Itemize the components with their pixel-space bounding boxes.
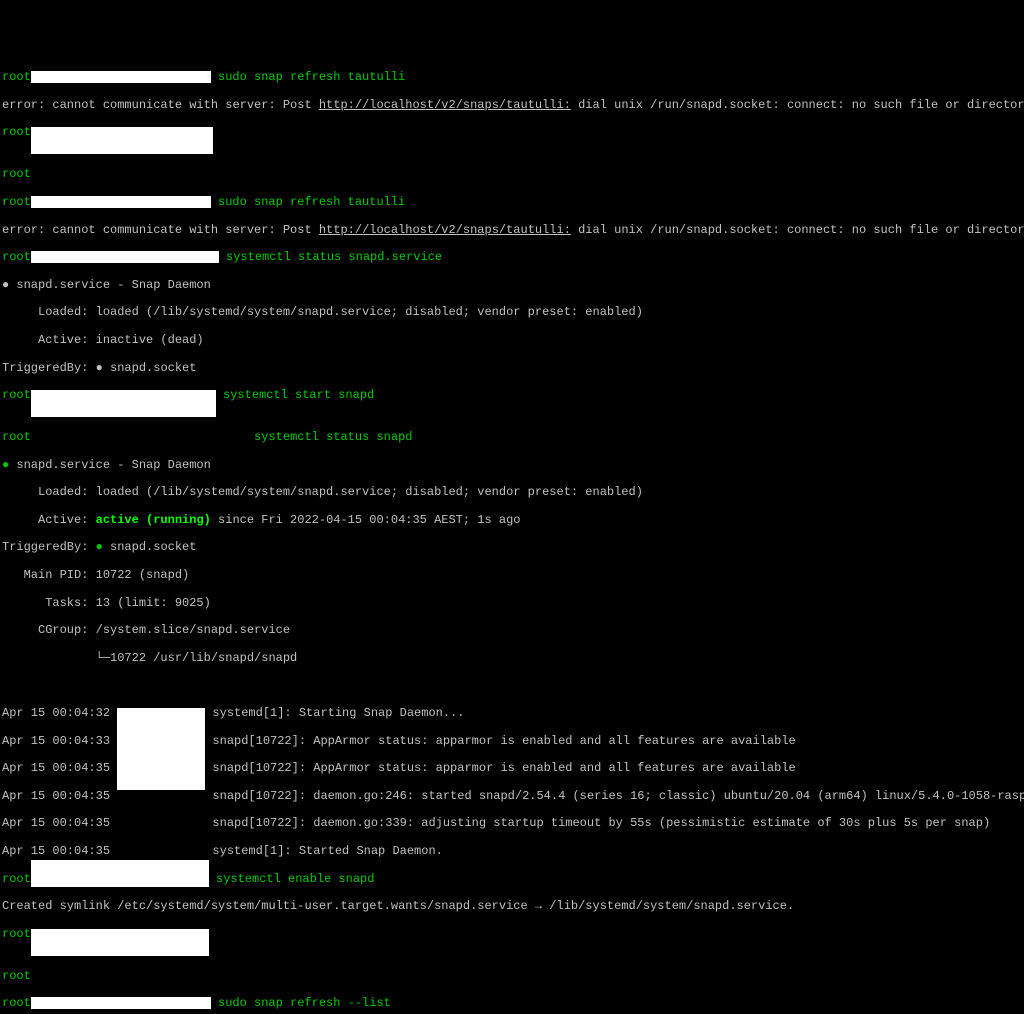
command-text: sudo snap refresh --list bbox=[211, 996, 391, 1010]
error-text: dial unix /run/snapd.socket: connect: no… bbox=[571, 223, 1024, 237]
prompt: root bbox=[2, 872, 31, 886]
prompt: root bbox=[2, 70, 31, 84]
cgroup-pid-line: └─10722 /usr/lib/snapd/snapd bbox=[2, 651, 297, 665]
triggeredby-value: snapd.socket bbox=[103, 540, 197, 554]
log-message: snapd[10722]: AppArmor status: apparmor … bbox=[205, 761, 796, 775]
log-message: snapd[10722]: AppArmor status: apparmor … bbox=[205, 734, 796, 748]
service-name: snapd.service - Snap Daemon bbox=[9, 458, 211, 472]
active-running: active (running) bbox=[96, 513, 211, 527]
active-since: since Fri 2022-04-15 00:04:35 AEST; 1s a… bbox=[211, 513, 521, 527]
prompt: root bbox=[2, 388, 31, 402]
log-timestamp: Apr 15 00:04:35 bbox=[2, 789, 117, 803]
log-message: snapd[10722]: daemon.go:339: adjusting s… bbox=[205, 816, 990, 830]
error-url: http://localhost/v2/snaps/tautulli: bbox=[319, 223, 571, 237]
error-text: dial unix /run/snapd.socket: connect: no… bbox=[571, 98, 1024, 112]
redacted-hostname bbox=[31, 196, 211, 208]
mainpid-line: Main PID: 10722 (snapd) bbox=[2, 568, 189, 582]
log-timestamp: Apr 15 00:04:33 bbox=[2, 734, 117, 748]
error-text: error: cannot communicate with server: P… bbox=[2, 223, 319, 237]
prompt: root bbox=[2, 996, 31, 1010]
triggeredby-label: TriggeredBy: bbox=[2, 540, 96, 554]
redacted-hostname bbox=[117, 708, 205, 790]
triggeredby-label: TriggeredBy: bbox=[2, 361, 96, 375]
log-timestamp: Apr 15 00:04:35 bbox=[2, 844, 117, 858]
command-text: systemctl status snapd bbox=[247, 430, 413, 444]
active-line: Active: inactive (dead) bbox=[2, 333, 204, 347]
service-name: snapd.service - Snap Daemon bbox=[9, 278, 211, 292]
prompt: root bbox=[2, 250, 31, 264]
loaded-line: Loaded: loaded (/lib/systemd/system/snap… bbox=[2, 485, 643, 499]
redacted-hostname bbox=[31, 860, 209, 887]
log-message: systemd[1]: Started Snap Daemon. bbox=[205, 844, 443, 858]
command-text: sudo snap refresh tautulli bbox=[211, 195, 405, 209]
error-text: error: cannot communicate with server: P… bbox=[2, 98, 319, 112]
error-url: http://localhost/v2/snaps/tautulli: bbox=[319, 98, 571, 112]
prompt: root bbox=[2, 167, 31, 181]
status-dot: ● bbox=[96, 361, 103, 375]
redacted-hostname bbox=[31, 390, 216, 417]
command-text: systemctl start snapd bbox=[216, 388, 374, 402]
prompt: root bbox=[2, 927, 31, 941]
redacted-hostname bbox=[31, 997, 211, 1009]
redacted-hostname bbox=[31, 71, 211, 83]
prompt: root bbox=[2, 195, 31, 209]
terminal-output: root sudo snap refresh tautulli error: c… bbox=[2, 57, 1022, 1014]
log-timestamp: Apr 15 00:04:35 bbox=[2, 816, 117, 830]
log-message: snapd[10722]: daemon.go:246: started sna… bbox=[205, 789, 1024, 803]
symlink-created: Created symlink /etc/systemd/system/mult… bbox=[2, 899, 794, 913]
tasks-line: Tasks: 13 (limit: 9025) bbox=[2, 596, 211, 610]
command-text: sudo snap refresh tautulli bbox=[211, 70, 405, 84]
log-timestamp: Apr 15 00:04:35 bbox=[2, 761, 117, 775]
log-timestamp: Apr 15 00:04:32 bbox=[2, 706, 117, 720]
command-text: systemctl enable snapd bbox=[209, 872, 375, 886]
prompt: root bbox=[2, 430, 31, 444]
status-dot-active: ● bbox=[96, 540, 103, 554]
redacted-hostname bbox=[31, 929, 209, 956]
loaded-line: Loaded: loaded (/lib/systemd/system/snap… bbox=[2, 305, 643, 319]
triggeredby-value: snapd.socket bbox=[103, 361, 197, 375]
prompt: root bbox=[2, 969, 31, 983]
active-label: Active: bbox=[2, 513, 96, 527]
prompt: root bbox=[2, 125, 31, 139]
cgroup-line: CGroup: /system.slice/snapd.service bbox=[2, 623, 290, 637]
redacted-hostname bbox=[31, 251, 219, 263]
redacted-hostname bbox=[31, 127, 213, 154]
log-message: systemd[1]: Starting Snap Daemon... bbox=[205, 706, 464, 720]
command-text: systemctl status snapd.service bbox=[219, 250, 442, 264]
